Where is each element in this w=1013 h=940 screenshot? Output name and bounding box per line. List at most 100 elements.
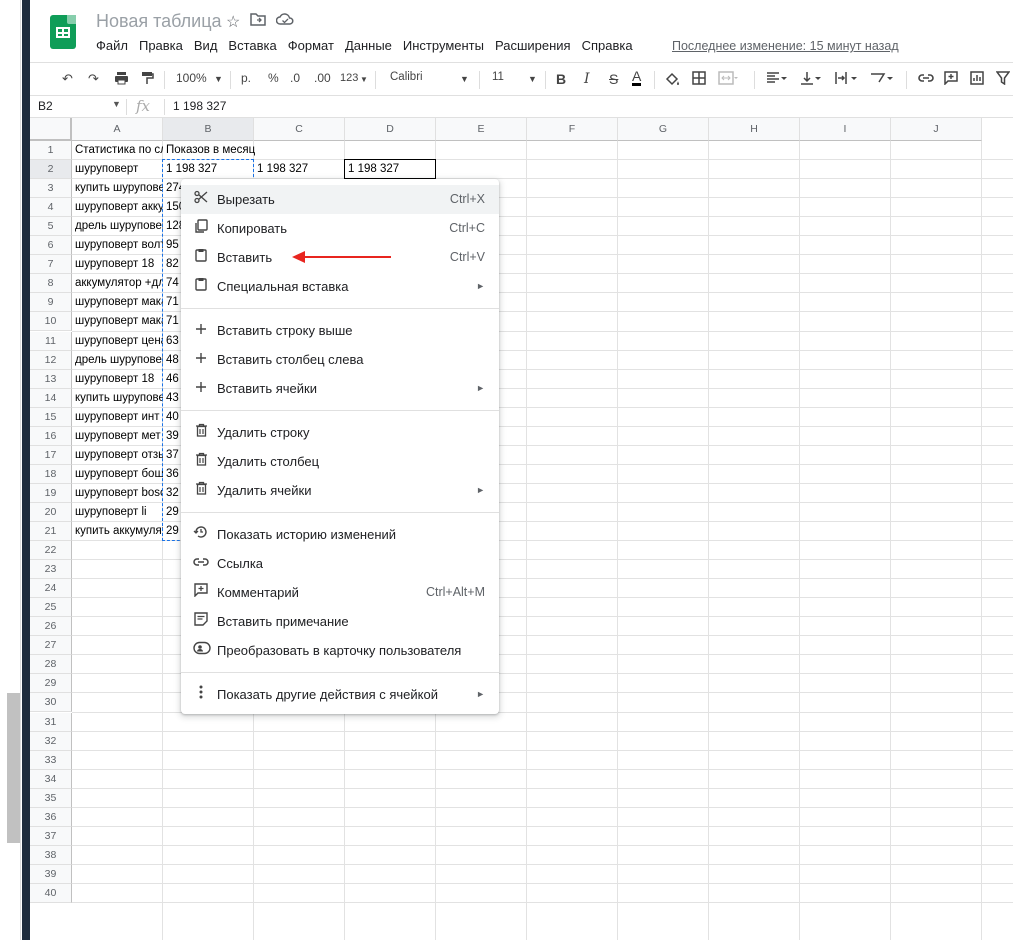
last-edit-link[interactable]: Последнее изменение: 15 минут назад [672,39,899,53]
column-header-c[interactable]: C [254,118,345,141]
scrollbar-thumb[interactable] [7,693,20,843]
menu-item-show-edit-history[interactable]: Показать историю изменений [181,520,499,549]
menu-format[interactable]: Формат [288,38,334,53]
bold-button[interactable]: B [556,71,566,87]
menu-help[interactable]: Справка [582,38,633,53]
row-header-10[interactable]: 10 [30,312,72,332]
row-header-36[interactable]: 36 [30,807,72,827]
menu-item-copy[interactable]: Копировать Ctrl+C [181,214,499,243]
menu-item-insert-note[interactable]: Вставить примечание [181,607,499,636]
cell-a7[interactable]: шуруповерт 18 [72,255,163,274]
row-header-18[interactable]: 18 [30,464,72,484]
row-header-16[interactable]: 16 [30,426,72,446]
row-header-14[interactable]: 14 [30,388,72,408]
row-header-32[interactable]: 32 [30,731,72,751]
increase-decimal-button[interactable]: .00 [314,71,331,85]
menu-file[interactable]: Файл [96,38,128,53]
menu-view[interactable]: Вид [194,38,218,53]
row-header-5[interactable]: 5 [30,217,72,237]
font-select[interactable]: Calibri [390,71,423,83]
cell-a11[interactable]: шуруповерт цена [72,332,163,351]
cell-a1[interactable]: Статистика по сл [72,141,163,160]
row-header-40[interactable]: 40 [30,883,72,903]
cell-a12[interactable]: дрель шуруповерт [72,351,163,370]
cell-a13[interactable]: шуруповерт 18 [72,370,163,389]
menu-item-link[interactable]: Ссылка [181,549,499,578]
row-header-7[interactable]: 7 [30,255,72,275]
row-header-27[interactable]: 27 [30,636,72,656]
row-header-26[interactable]: 26 [30,617,72,637]
cell-a4[interactable]: шуруповерт аккумуляторный [72,198,163,217]
row-header-8[interactable]: 8 [30,274,72,294]
menu-item-insert-cells[interactable]: Вставить ячейки ► [181,374,499,403]
row-header-30[interactable]: 30 [30,693,72,713]
row-header-23[interactable]: 23 [30,560,72,580]
row-header-25[interactable]: 25 [30,598,72,618]
cell-a20[interactable]: шуруповерт li [72,503,163,522]
cell-a8[interactable]: аккумулятор +для [72,274,163,293]
paint-format-icon[interactable] [140,71,154,88]
menu-item-more-cell-actions[interactable]: Показать другие действия с ячейкой ► [181,680,499,709]
insert-chart-icon[interactable] [970,71,984,88]
currency-format-button[interactable]: р. [241,71,251,85]
row-header-4[interactable]: 4 [30,198,72,218]
select-all-corner[interactable] [30,118,72,141]
menu-data[interactable]: Данные [345,38,392,53]
more-formats-button[interactable]: 123 [340,72,358,84]
row-header-9[interactable]: 9 [30,293,72,313]
cell-a5[interactable]: дрель шуруповерт [72,217,163,236]
star-icon[interactable]: ☆ [226,12,240,32]
borders-icon[interactable] [692,71,706,88]
row-header-34[interactable]: 34 [30,769,72,789]
cell-a3[interactable]: купить шуруповерт [72,179,163,198]
column-header-f[interactable]: F [527,118,618,141]
row-header-17[interactable]: 17 [30,445,72,465]
cloud-status-icon[interactable] [276,12,294,32]
menu-extensions[interactable]: Расширения [495,38,571,53]
menu-item-cut[interactable]: Вырезать Ctrl+X [181,185,499,214]
menu-item-delete-column[interactable]: Удалить столбец [181,447,499,476]
undo-icon[interactable]: ↶ [62,71,73,87]
font-dropdown-icon[interactable]: ▼ [460,74,469,84]
sheets-logo-icon[interactable] [50,15,76,49]
row-header-15[interactable]: 15 [30,407,72,427]
spreadsheet-grid[interactable]: A B C D E F G H I J 1 2 3 4 5 6 7 8 9 10 11 12 13 14 15 16 17 18 19 2… [30,118,1013,940]
row-header-33[interactable]: 33 [30,750,72,770]
vertical-align-icon[interactable] [800,71,822,88]
cell-a15[interactable]: шуруповерт инт [72,408,163,427]
row-header-29[interactable]: 29 [30,674,72,694]
insert-link-icon[interactable] [918,71,934,88]
strikethrough-button[interactable]: S [609,71,618,87]
row-header-13[interactable]: 13 [30,369,72,389]
column-header-i[interactable]: I [800,118,891,141]
name-box-dropdown-icon[interactable]: ▼ [112,99,121,109]
row-header-3[interactable]: 3 [30,179,72,199]
cell-a2[interactable]: шуруповерт [72,160,163,179]
row-header-38[interactable]: 38 [30,845,72,865]
font-size-dropdown-icon[interactable]: ▼ [528,74,537,84]
cell-b1[interactable]: Показов в месяц [163,141,255,160]
cell-a19[interactable]: шуруповерт bosch [72,484,163,503]
row-header-37[interactable]: 37 [30,826,72,846]
italic-button[interactable]: I [584,71,590,87]
menu-item-delete-row[interactable]: Удалить строку [181,418,499,447]
decrease-decimal-button[interactable]: .0 [290,71,300,85]
menu-item-delete-cells[interactable]: Удалить ячейки ► [181,476,499,505]
font-size-select[interactable]: 11 [492,71,504,83]
align-left-icon[interactable] [766,71,788,88]
cell-a21[interactable]: купить аккумулятор [72,522,163,541]
percent-format-button[interactable]: % [268,71,279,85]
row-header-24[interactable]: 24 [30,579,72,599]
column-header-g[interactable]: G [618,118,709,141]
cell-a9[interactable]: шуруповерт мака [72,293,163,312]
menu-item-insert-row-above[interactable]: Вставить строку выше [181,316,499,345]
cell-a16[interactable]: шуруповерт мет [72,427,163,446]
row-header-21[interactable]: 21 [30,522,72,542]
menu-item-insert-column-left[interactable]: Вставить столбец слева [181,345,499,374]
row-header-11[interactable]: 11 [30,331,72,351]
document-title[interactable]: Новая таблица [96,11,222,32]
cell-a18[interactable]: шуруповерт бош [72,465,163,484]
text-rotation-icon[interactable] [870,71,894,88]
column-header-b[interactable]: B [163,118,254,141]
row-header-20[interactable]: 20 [30,502,72,522]
